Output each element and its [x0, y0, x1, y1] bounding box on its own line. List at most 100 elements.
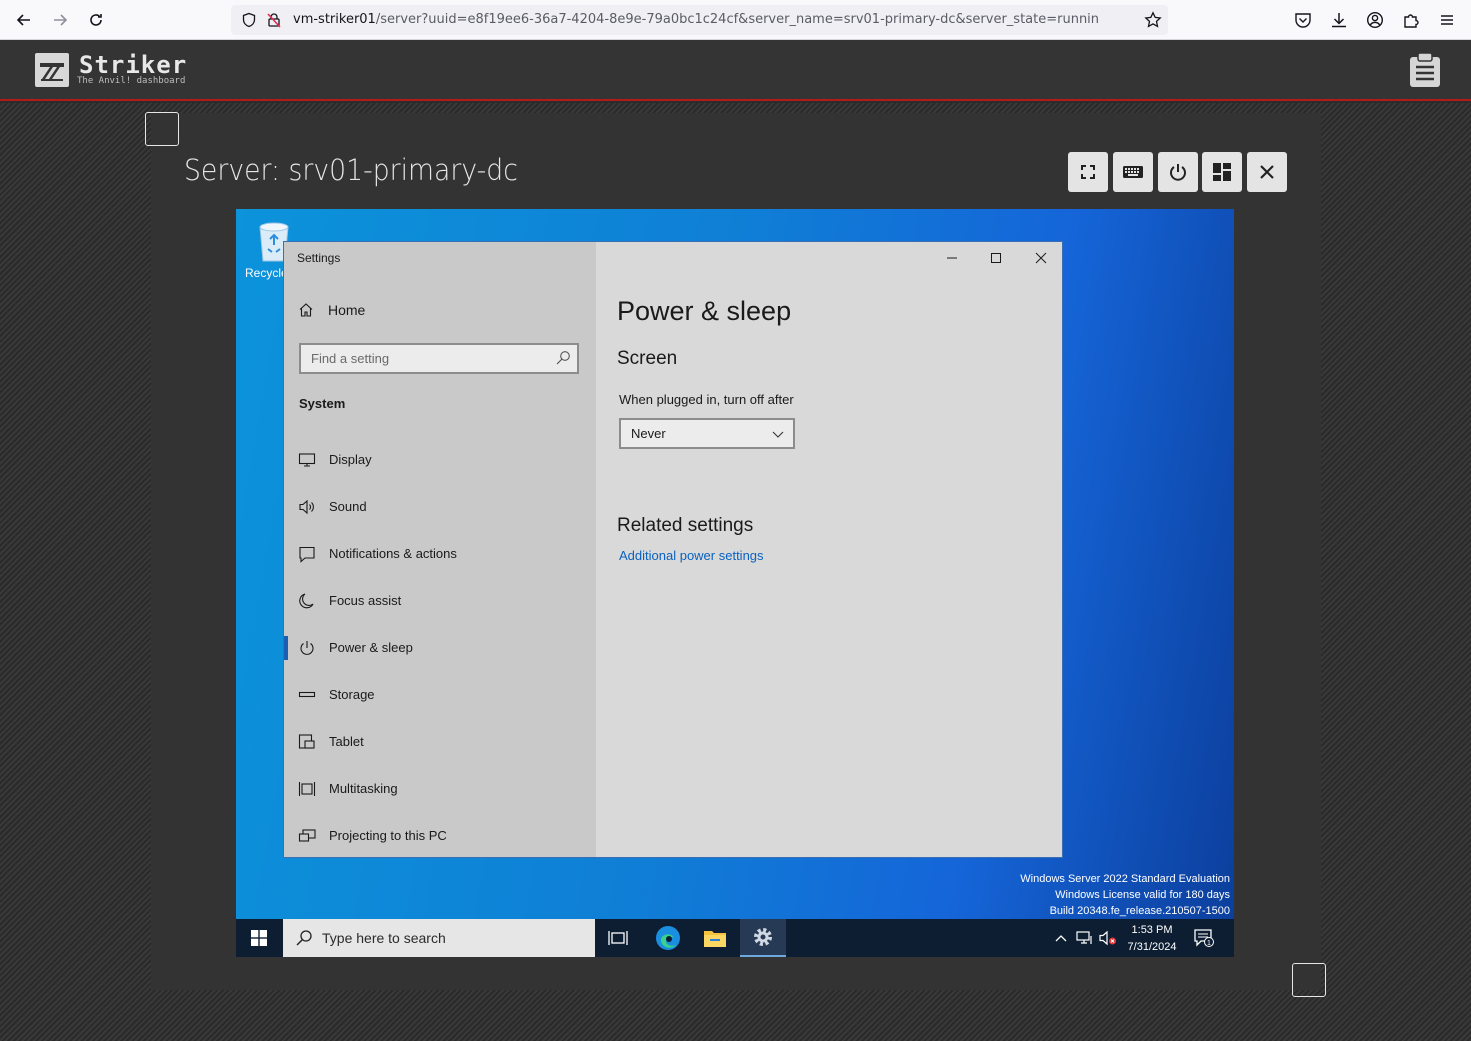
dashboard-button[interactable] — [1202, 152, 1242, 192]
downloads-button[interactable] — [1327, 8, 1351, 32]
notification-icon: 1 — [1194, 929, 1214, 947]
watermark-line: Build 20348.fe_release.210507-1500 — [1049, 905, 1230, 917]
pane-heading: Power & sleep — [617, 296, 792, 326]
windows-logo-icon — [251, 930, 267, 946]
settings-taskbar-button[interactable] — [740, 919, 786, 957]
file-explorer-button[interactable] — [692, 919, 738, 957]
sidebar-item-label: Projecting to this PC — [329, 828, 447, 843]
clipboard-icon — [1410, 52, 1440, 87]
sidebar-item-notifications[interactable]: Notifications & actions — [284, 536, 596, 572]
forward-button[interactable] — [46, 6, 74, 34]
sidebar-item-label: Notifications & actions — [329, 546, 457, 561]
watermark-line: Windows Server 2022 Standard Evaluation — [1020, 873, 1230, 885]
minimize-icon — [947, 257, 957, 259]
settings-content: Power & sleep Screen When plugged in, tu… — [596, 242, 1062, 857]
notification-icon — [299, 546, 315, 563]
sidebar-item-projecting[interactable]: Projecting to this PC — [284, 818, 596, 854]
tablet-icon — [298, 734, 315, 749]
shield-icon[interactable] — [241, 12, 257, 28]
minimize-button[interactable] — [930, 246, 974, 270]
power-icon — [1170, 164, 1186, 181]
speaker-muted-icon — [1099, 930, 1116, 946]
sidebar-item-label: Storage — [329, 687, 375, 702]
network-tray-button[interactable] — [1076, 919, 1094, 957]
sidebar-item-label: Multitasking — [329, 781, 398, 796]
find-setting-input[interactable]: Find a setting — [299, 343, 579, 374]
browser-toolbar: vm-striker01/server?uuid=e8f19ee6-36a7-4… — [0, 0, 1471, 40]
extensions-button[interactable] — [1399, 8, 1423, 32]
windows-watermark: Windows Server 2022 Standard Evaluation … — [1020, 871, 1230, 919]
related-settings-heading: Related settings — [617, 515, 754, 536]
page-title: Server: srv01-primary-dc — [184, 153, 518, 187]
back-button[interactable] — [10, 6, 38, 34]
sidebar-item-label: Focus assist — [329, 593, 402, 608]
url-text[interactable]: vm-striker01/server?uuid=e8f19ee6-36a7-4… — [293, 12, 1133, 27]
reload-button[interactable] — [82, 6, 110, 34]
close-server-button[interactable] — [1247, 152, 1287, 192]
sidebar-item-display[interactable]: Display — [284, 442, 596, 478]
reload-icon — [90, 14, 102, 26]
action-center-button[interactable]: 1 — [1193, 919, 1215, 957]
taskbar-search-placeholder: Type here to search — [322, 930, 446, 946]
sidebar-item-focus-assist[interactable]: Focus assist — [284, 583, 596, 619]
url-bar[interactable]: vm-striker01/server?uuid=e8f19ee6-36a7-4… — [231, 5, 1168, 35]
maximize-button[interactable] — [974, 246, 1018, 270]
vm-console[interactable]: Recycle Settings Home Find a setting Sys… — [236, 209, 1234, 957]
dashboard-layout-icon — [1213, 163, 1231, 181]
projecting-icon — [298, 829, 316, 842]
clock-time: 1:53 PM — [1131, 924, 1173, 936]
taskbar-search-input[interactable]: Type here to search — [283, 919, 595, 957]
task-view-icon — [608, 931, 628, 945]
notification-count: 1 — [1207, 940, 1211, 947]
task-view-button[interactable] — [595, 919, 641, 957]
insecure-lock-icon[interactable] — [266, 12, 282, 28]
sidebar-item-tablet[interactable]: Tablet — [284, 724, 596, 760]
app-subtitle: The Anvil! dashboard — [77, 76, 186, 86]
screen-timeout-dropdown[interactable]: Never — [619, 418, 795, 449]
sidebar-item-sound[interactable]: Sound — [284, 489, 596, 525]
striker-logo[interactable] — [35, 53, 69, 87]
network-icon — [1076, 931, 1092, 944]
recycle-bin-label: Recycle — [245, 266, 288, 280]
sidebar-item-storage[interactable]: Storage — [284, 677, 596, 713]
taskbar-clock[interactable]: 1:53 PM 7/31/2024 — [1122, 922, 1182, 956]
sidebar-item-label: Display — [329, 452, 372, 467]
window-title: Settings — [297, 251, 341, 265]
panel-corner-top-left — [145, 112, 179, 146]
sidebar-item-power-sleep[interactable]: Power & sleep — [284, 630, 596, 666]
window-close-button[interactable] — [1019, 246, 1063, 270]
account-button[interactable] — [1363, 8, 1387, 32]
plugged-in-label: When plugged in, turn off after — [619, 392, 794, 407]
sidebar-item-home-label: Home — [328, 302, 366, 318]
chevron-up-icon — [1055, 935, 1067, 942]
settings-sidebar: Settings Home Find a setting System Disp… — [284, 242, 596, 857]
app-header: Striker The Anvil! dashboard — [0, 40, 1471, 101]
url-path: /server?uuid=e8f19ee6-36a7-4204-8e9e-79a… — [375, 12, 1100, 27]
start-button[interactable] — [251, 930, 267, 946]
tray-overflow-button[interactable] — [1054, 919, 1068, 957]
forward-arrow-icon — [54, 14, 68, 26]
additional-power-settings-link[interactable]: Additional power settings — [619, 548, 764, 563]
edge-button[interactable] — [645, 919, 691, 957]
power-button[interactable] — [1158, 152, 1198, 192]
pocket-button[interactable] — [1291, 8, 1315, 32]
chevron-down-icon — [772, 431, 784, 438]
app-name: Striker — [79, 51, 188, 79]
menu-button[interactable] — [1435, 8, 1459, 32]
clipboard-button[interactable] — [1409, 52, 1441, 88]
pocket-icon — [1295, 13, 1311, 28]
maximize-icon — [991, 253, 1001, 263]
active-indicator — [284, 636, 288, 660]
keyboard-button[interactable] — [1113, 152, 1153, 192]
sidebar-item-multitasking[interactable]: Multitasking — [284, 771, 596, 807]
clock-date: 7/31/2024 — [1127, 941, 1177, 953]
volume-tray-button[interactable] — [1099, 919, 1117, 957]
bookmark-star-icon[interactable] — [1144, 11, 1162, 29]
anvil-logo-icon — [40, 63, 64, 81]
url-host: vm-striker01 — [293, 12, 376, 27]
power-icon — [300, 641, 314, 655]
puzzle-icon — [1404, 14, 1419, 28]
sidebar-item-home[interactable]: Home — [298, 302, 365, 318]
fullscreen-button[interactable] — [1068, 152, 1108, 192]
close-icon — [1260, 165, 1274, 179]
